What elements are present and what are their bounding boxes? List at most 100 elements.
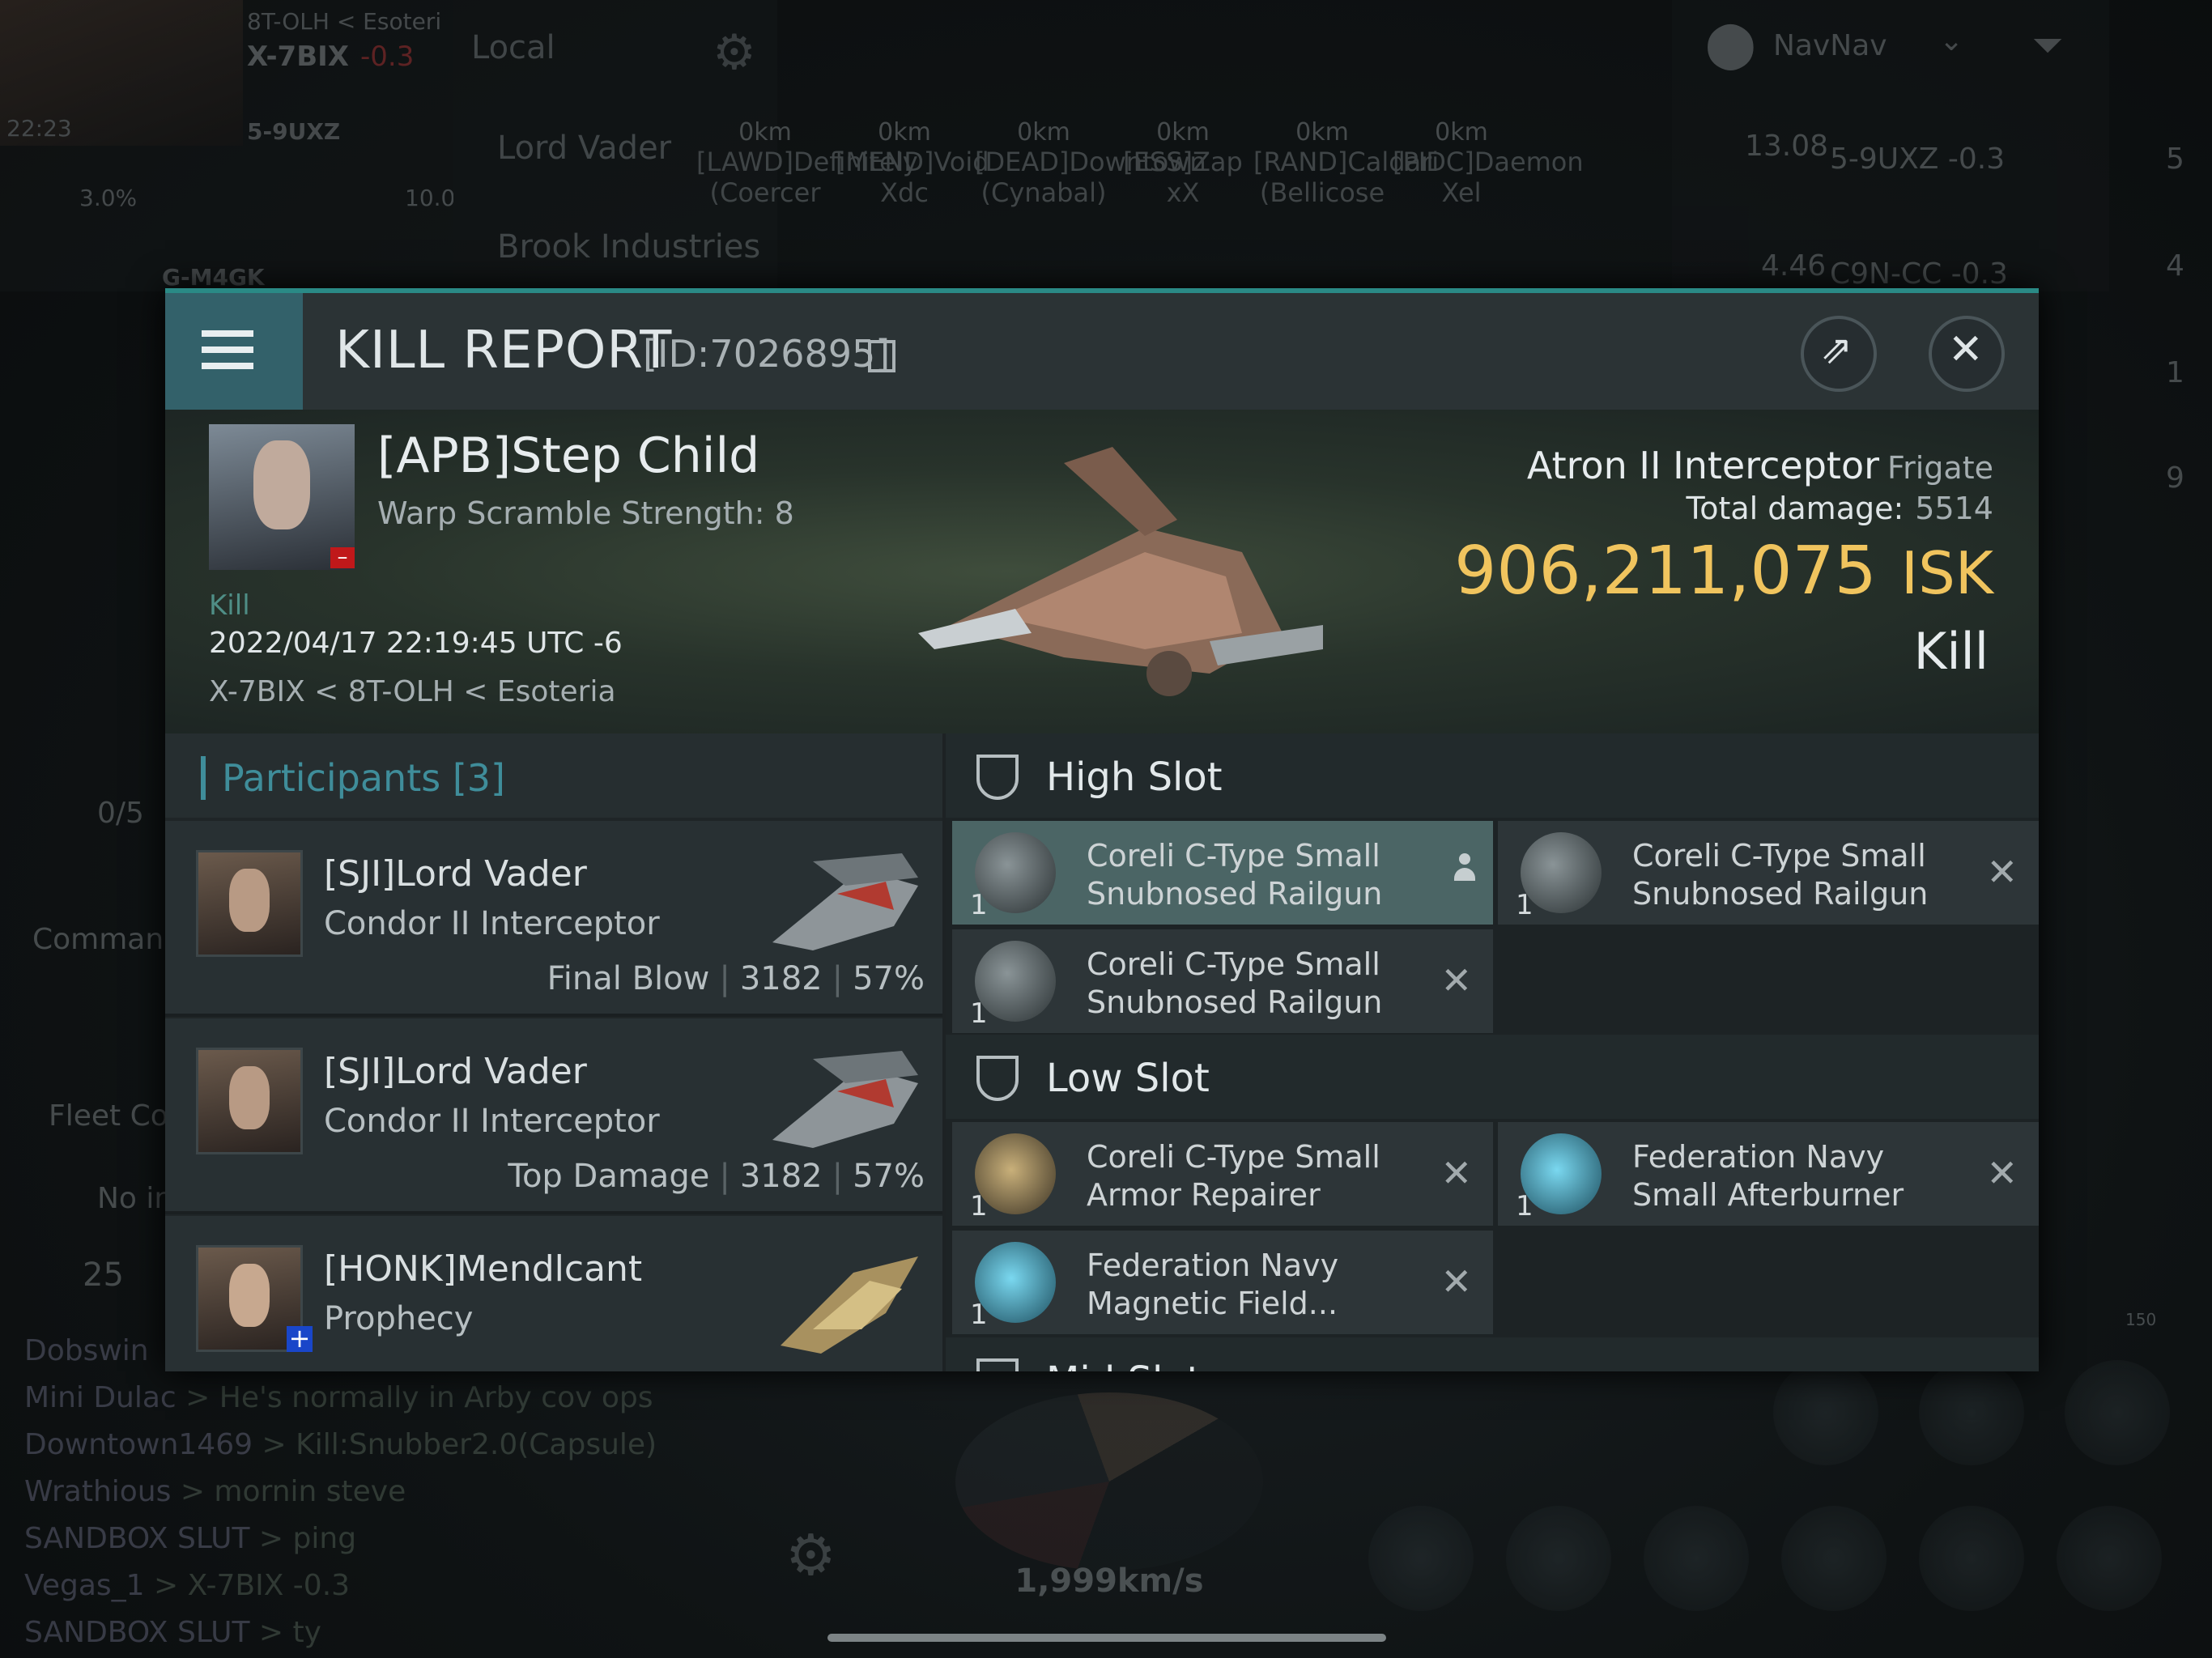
module-button[interactable]: [1368, 1506, 1474, 1611]
close-icon: ✕: [1948, 325, 1984, 374]
destroyed-x-icon: ✕: [1440, 959, 1472, 1002]
victim-ship-name[interactable]: Atron II Interceptor Frigate: [1527, 444, 1993, 487]
kill-id: [ID:7026895]: [643, 332, 891, 376]
fleet-ratio: 0/5: [97, 797, 144, 830]
participant-row[interactable]: + [HONK]Mendlcant Prophecy: [165, 1216, 942, 1371]
person-icon: [1454, 853, 1475, 886]
kill-tag: Kill: [209, 589, 250, 622]
module-name: Coreli C-Type Small Snubnosed Railgun: [1632, 838, 1929, 912]
nav-system[interactable]: C9N-CC -0.3: [1830, 257, 2008, 291]
fitted-module[interactable]: 1 Coreli C-Type Small Snubnosed Railgun …: [1498, 821, 2039, 925]
mid-slot-header: Mid Slot: [946, 1337, 2039, 1371]
kill-report-dialog: KILL REPORT [ID:7026895] ⇗ ✕ – [APB]Step…: [165, 288, 2039, 1371]
chevron-down-icon[interactable]: ⌄: [1939, 24, 1963, 57]
module-button[interactable]: [2057, 1506, 2162, 1611]
fitted-module[interactable]: 1 Coreli C-Type Small Snubnosed Railgun …: [952, 929, 1493, 1033]
destroyed-x-icon: ✕: [1440, 1151, 1472, 1195]
overview-ship[interactable]: 0km [LAWD]Definitely (Coercer: [696, 40, 918, 208]
participant-avatar: [196, 1048, 303, 1154]
module-button[interactable]: [1781, 1506, 1887, 1611]
share-button[interactable]: ⇗: [1801, 316, 1877, 392]
chat-message: Vegas_1 > X-7BIX -0.3: [24, 1569, 351, 1602]
overview-ship[interactable]: 0km [MEND]Void Xdc: [836, 40, 989, 208]
module-button[interactable]: [1506, 1506, 1611, 1611]
cargo-percent: 3.0%: [79, 185, 138, 211]
overview-ship[interactable]: 0km [DEAD]Downtown (Cynabal): [975, 40, 1206, 208]
location-pin-icon: ⬤: [1705, 18, 1756, 70]
gauge-number: 150: [2125, 1310, 2157, 1329]
destroyed-x-icon: ✕: [1440, 1260, 1472, 1303]
nav-distance: 13.08: [1745, 130, 1829, 163]
filter-icon[interactable]: ⏷: [2032, 23, 2063, 69]
command-label: Command: [32, 923, 183, 956]
participant-name: [SJI]Lord Vader: [324, 853, 587, 895]
menu-icon: [202, 330, 253, 337]
participants-header: Participants [3]: [165, 733, 942, 818]
overview-ship[interactable]: 0km [PIDC]Daemon Xel: [1393, 40, 1584, 208]
overview-ship[interactable]: 0km [ESS]Zap xX: [1114, 40, 1252, 208]
module-name: Federation Navy Small Afterburner: [1632, 1139, 1904, 1213]
home-indicator[interactable]: [827, 1634, 1386, 1642]
nav-count: 4: [2166, 249, 2184, 283]
chat-message: SANDBOX SLUT > ty: [24, 1616, 321, 1649]
prophecy-ship-icon: [781, 1256, 918, 1354]
module-button[interactable]: [1919, 1360, 2024, 1465]
local-title[interactable]: Local: [471, 29, 555, 66]
condor-ship-icon: [772, 1051, 918, 1148]
high-slot-header: High Slot: [946, 733, 2039, 818]
fitted-module[interactable]: 1 Coreli C-Type Small Armor Repairer ✕: [952, 1122, 1493, 1226]
local-member[interactable]: Brook Industries: [497, 228, 760, 266]
participant-avatar: [196, 850, 303, 957]
module-button[interactable]: [2065, 1360, 2170, 1465]
module-button[interactable]: [1919, 1506, 2024, 1611]
standing-plus-badge: +: [287, 1325, 313, 1352]
nav-system[interactable]: 5-9UXZ -0.3: [1830, 142, 2005, 176]
dialog-header: KILL REPORT [ID:7026895] ⇗ ✕: [165, 293, 2039, 410]
close-button[interactable]: ✕: [1929, 316, 2005, 392]
chat-log[interactable]: Dobswin Mini Dulac > He's normally in Ar…: [24, 1328, 834, 1656]
atron-ship-icon: [918, 447, 1323, 696]
high-slot-icon: [976, 755, 1019, 800]
local-member[interactable]: Lord Vader: [497, 130, 671, 167]
participant-row[interactable]: [SJI]Lord Vader Condor II Interceptor To…: [165, 1018, 942, 1214]
settings-gear-icon[interactable]: ⚙: [785, 1522, 836, 1588]
speed-gauge[interactable]: [955, 1392, 1263, 1571]
nav-distance: 4.46: [1761, 249, 1827, 283]
kill-datetime: 2022/04/17 22:19:45 UTC -6: [209, 627, 623, 660]
dialog-title: KILL REPORT: [335, 321, 673, 380]
region-name: 5-9UXZ: [247, 118, 341, 145]
participant-ship: Prophecy: [324, 1300, 474, 1337]
module-name: Coreli C-Type Small Snubnosed Railgun: [1087, 838, 1383, 912]
navnav-dropdown[interactable]: NavNav: [1773, 29, 1887, 62]
copy-icon[interactable]: [868, 340, 895, 372]
chat-message: SANDBOX SLUT > ping: [24, 1522, 357, 1555]
module-name: Coreli C-Type Small Snubnosed Railgun: [1087, 946, 1383, 1020]
victim-ship-image[interactable]: [902, 431, 1339, 706]
standing-badge: –: [330, 546, 355, 568]
participant-ship: Condor II Interceptor: [324, 1103, 660, 1140]
overview-strip: 0km [LAWD]Definitely (Coercer 0km [MEND]…: [696, 40, 1668, 210]
module-button[interactable]: [1773, 1360, 1878, 1465]
fitting-panel: High Slot 1 Coreli C-Type Small Snubnose…: [946, 733, 2039, 1371]
overview-ship[interactable]: 0km [RAND]Caldari (Bellicose: [1253, 40, 1439, 208]
system-name[interactable]: X-7BIX: [247, 40, 349, 73]
fitted-module[interactable]: 1 Coreli C-Type Small Snubnosed Railgun: [952, 821, 1493, 925]
condor-ship-icon: [772, 853, 918, 950]
mid-slot-icon: [976, 1358, 1019, 1371]
participant-name: [SJI]Lord Vader: [324, 1051, 587, 1092]
fitted-module[interactable]: 1 Federation Navy Small Afterburner ✕: [1498, 1122, 2039, 1226]
kill-result: Kill: [1913, 622, 1989, 681]
menu-button[interactable]: [165, 293, 303, 410]
target-system[interactable]: G-M4GK: [162, 264, 265, 291]
fitted-module[interactable]: 1 Federation Navy Magnetic Field... ✕: [952, 1231, 1493, 1334]
module-button[interactable]: [1644, 1506, 1749, 1611]
chat-message: Mini Dulac > He's normally in Arby cov o…: [24, 1381, 653, 1414]
clock: 22:23: [6, 115, 72, 142]
participants-title: Participants [3]: [201, 756, 505, 800]
member-count: 25: [83, 1256, 124, 1294]
warp-scramble-strength: Warp Scramble Strength: 8: [377, 495, 794, 531]
participant-row[interactable]: [SJI]Lord Vader Condor II Interceptor Fi…: [165, 821, 942, 1017]
kill-location[interactable]: X-7BIX < 8T-OLH < Esoteria: [209, 675, 616, 708]
victim-name[interactable]: [APB]Step Child: [377, 427, 759, 484]
participant-ship: Condor II Interceptor: [324, 905, 660, 942]
